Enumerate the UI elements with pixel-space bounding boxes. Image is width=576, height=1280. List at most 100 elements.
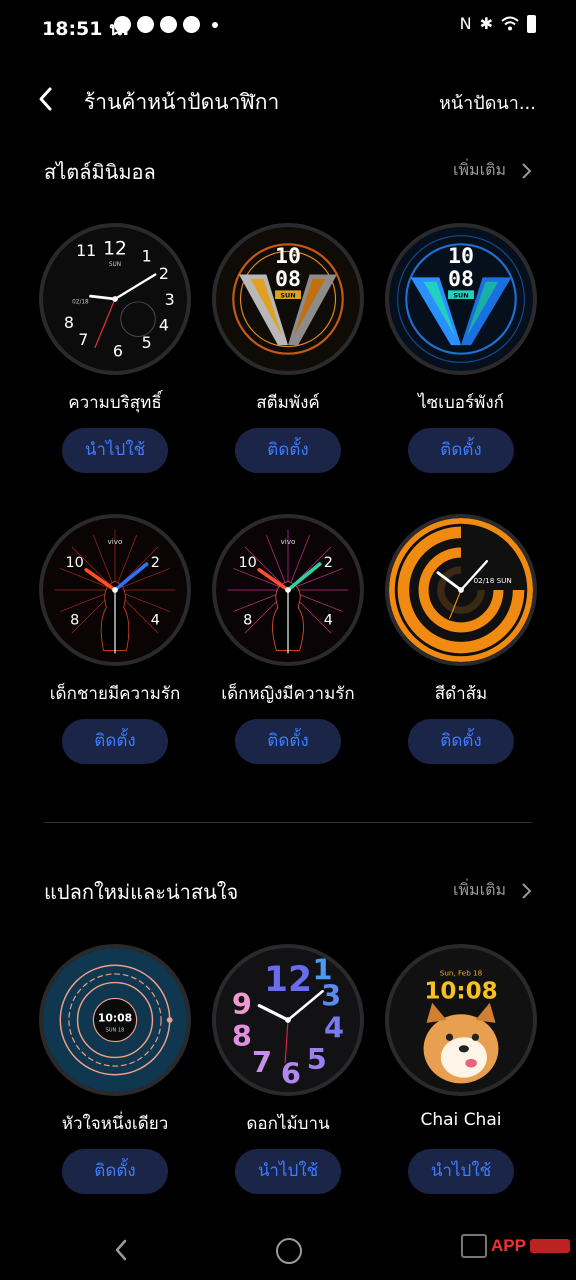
svg-text:2: 2 (324, 555, 333, 571)
face-time: 10:08 (424, 978, 497, 1004)
svg-text:6: 6 (281, 1056, 301, 1090)
notification-app-icon (183, 16, 200, 33)
wifi-icon (501, 16, 519, 30)
watch-face-card: 02/18 SUN สีดำส้ม ติดตั้ง (375, 514, 547, 774)
watch-face-preview[interactable]: 10:08 SUN 18 (39, 944, 191, 1096)
watch-face-name: เด็กหญิงมีความรัก (221, 684, 355, 704)
svg-text:4: 4 (151, 613, 160, 629)
svg-text:5: 5 (307, 1042, 327, 1076)
install-button[interactable]: ติดตั้ง (408, 719, 514, 764)
system-navigation-bar: APP (0, 1222, 576, 1280)
install-button[interactable]: ติดตั้ง (62, 1149, 168, 1194)
svg-text:2: 2 (151, 555, 160, 571)
face-brand: vivo (108, 537, 123, 546)
nav-home-icon[interactable] (276, 1238, 302, 1264)
face-day: SUN (453, 292, 468, 300)
apply-button[interactable]: นำไปใช้ (235, 1149, 341, 1194)
section-divider (44, 822, 532, 823)
watch-face-card: 10 08 SUN ไซเบอร์พังก์ ติดตั้ง (375, 223, 547, 483)
install-button[interactable]: ติดตั้ง (235, 719, 341, 764)
watch-face-preview[interactable]: 02/18 SUN (385, 514, 537, 666)
svg-text:10: 10 (66, 555, 84, 571)
watch-face-preview[interactable]: 10 08 SUN (385, 223, 537, 375)
more-label: เพิ่มเติม (453, 880, 506, 899)
watch-face-preview[interactable]: Sun, Feb 18 10:08 (385, 944, 537, 1096)
svg-text:3: 3 (165, 290, 175, 309)
svg-text:10: 10 (239, 555, 257, 571)
watermark-text: APP (491, 1236, 526, 1255)
svg-text:4: 4 (324, 613, 333, 629)
face-hour: 10 (448, 244, 474, 269)
watch-face-preview[interactable]: 12 3 4 5 6 7 8 9 1 (212, 944, 364, 1096)
svg-text:2: 2 (159, 264, 169, 283)
more-button[interactable]: เพิ่มเติม (453, 878, 532, 903)
apply-button[interactable]: นำไปใช้ (408, 1149, 514, 1194)
my-watch-faces-link[interactable]: หน้าปัดนา... (439, 88, 536, 117)
face-brand: vivo (281, 537, 296, 546)
chevron-right-icon (522, 882, 532, 899)
install-button[interactable]: ติดตั้ง (235, 428, 341, 473)
watch-face-preview[interactable]: 12 SUN 02/18 1 2 3 4 5 6 7 8 11 (39, 223, 191, 375)
svg-text:8: 8 (243, 613, 252, 629)
svg-text:4: 4 (159, 316, 169, 335)
face-date: 02/18 SUN (474, 576, 512, 585)
watch-face-preview[interactable]: vivo 10 2 8 4 (212, 514, 364, 666)
watch-face-card: vivo 10 2 8 4 เด็กหญิงมีความรัก ติดตั้ง (202, 514, 374, 774)
face-date: 02/18 (72, 299, 89, 305)
watch-face-name: Chai Chai (420, 1110, 502, 1130)
face-date: Sun, Feb 18 (440, 968, 483, 977)
face-number: 12 (103, 238, 127, 259)
watch-face-name: สีดำส้ม (434, 684, 488, 704)
face-time: 10:08 (98, 1011, 132, 1024)
more-label: เพิ่มเติม (453, 160, 506, 179)
page-title: ร้านค้าหน้าปัดนาฬิกา (84, 90, 280, 114)
svg-text:8: 8 (232, 1019, 252, 1053)
watch-face-preview[interactable]: vivo 10 2 8 4 (39, 514, 191, 666)
svg-text:8: 8 (70, 613, 79, 629)
face-day: SUN (109, 262, 121, 268)
more-button[interactable]: เพิ่มเติม (453, 158, 532, 183)
face-minute: 08 (275, 267, 301, 292)
watch-face-card: 12 SUN 02/18 1 2 3 4 5 6 7 8 11 ความบริสุทธิ์ นำ… (29, 223, 201, 483)
svg-text:4: 4 (324, 1010, 344, 1044)
watch-face-card: vivo 10 2 8 4 เด็กชายมีความรัก ติดตั้ง (29, 514, 201, 774)
svg-text:9: 9 (232, 987, 252, 1021)
bluetooth-icon: ✱ (479, 14, 493, 33)
face-hour: 10 (275, 244, 301, 269)
watch-face-name: ความบริสุทธิ์ (68, 393, 162, 413)
install-button[interactable]: ติดตั้ง (408, 428, 514, 473)
watermark-tag (530, 1239, 570, 1253)
watch-face-name: เด็กชายมีความรัก (49, 684, 181, 704)
watch-face-card: 10 08 SUN สตีมพังค์ ติดตั้ง (202, 223, 374, 483)
watch-face-preview[interactable]: 10 08 SUN (212, 223, 364, 375)
more-notifications-dot (212, 21, 218, 28)
face-day: SUN (280, 292, 295, 300)
svg-text:7: 7 (252, 1045, 272, 1079)
watch-face-card: Sun, Feb 18 10:08 Chai Chai นำไปใช้ (375, 944, 547, 1204)
section-header-minimal: สไตล์มินิมอล เพิ่มเติม (0, 152, 576, 188)
svg-text:1: 1 (313, 953, 333, 987)
notification-icons (114, 16, 218, 33)
notification-app-icon (160, 16, 177, 33)
top-app-bar: ร้านค้าหน้าปัดนาฬิกา หน้าปัดนา... (0, 78, 576, 122)
battery-icon (527, 14, 536, 33)
notification-app-icon (137, 16, 154, 33)
back-button[interactable] (34, 84, 58, 114)
install-button[interactable]: ติดตั้ง (62, 719, 168, 764)
svg-text:8: 8 (64, 313, 74, 332)
face-number: 12 (264, 960, 312, 1000)
watch-face-name: ไซเบอร์พังก์ (418, 393, 504, 413)
nfc-icon: N (459, 14, 472, 33)
status-bar: 18:51 น. N ✱ (0, 0, 576, 52)
section-header-novel: แปลกใหม่และน่าสนใจ เพิ่มเติม (0, 872, 576, 908)
svg-text:7: 7 (78, 330, 88, 349)
face-date: SUN 18 (106, 1028, 125, 1034)
svg-text:1: 1 (142, 247, 152, 266)
chevron-right-icon (522, 162, 532, 179)
watch-face-card: 12 3 4 5 6 7 8 9 1 ดอกไม้บาน นำไปใช้ (202, 944, 374, 1204)
nav-back-icon[interactable] (112, 1238, 130, 1262)
svg-text:6: 6 (113, 342, 123, 361)
section-title: แปลกใหม่และน่าสนใจ (44, 880, 239, 904)
apply-button[interactable]: นำไปใช้ (62, 428, 168, 473)
watch-face-name: ดอกไม้บาน (246, 1114, 330, 1134)
